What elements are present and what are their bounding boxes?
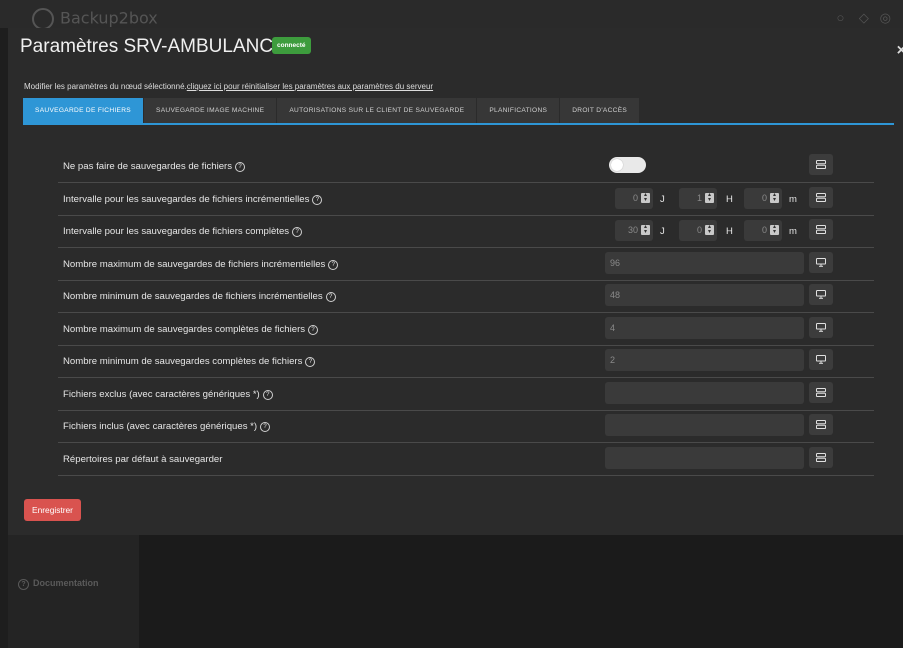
server-icon[interactable] — [809, 446, 833, 468]
full-minutes-stepper[interactable]: 0 ▴ ▾ — [744, 220, 782, 241]
setting-label: Nombre minimum de sauvegardes de fichier… — [63, 291, 336, 302]
setting-label: Nombre minimum de sauvegardes complètes … — [63, 356, 316, 367]
min-incr-input[interactable]: 48 — [605, 284, 804, 306]
stepper-arrows-icon[interactable]: ▴ ▾ — [641, 224, 650, 235]
setting-label: Nombre maximum de sauvegardes de fichier… — [63, 259, 339, 270]
min-full-input[interactable]: 2 — [605, 349, 804, 371]
app-main — [139, 535, 903, 648]
help-icon[interactable]: ? — [262, 389, 273, 400]
tab-access-rights[interactable]: DROIT D'ACCÈS — [560, 98, 641, 123]
tab-client-permissions[interactable]: AUTORISATIONS SUR LE CLIENT DE SAUVEGARD… — [277, 98, 478, 123]
toggle-knob — [611, 159, 623, 171]
topbar-icons: ○ ◇ ◎ — [837, 10, 892, 26]
server-icon[interactable] — [809, 219, 833, 240]
incr-minutes-stepper[interactable]: 0 ▴ ▾ — [744, 187, 782, 209]
server-icon[interactable] — [809, 381, 833, 403]
setting-label: Nombre maximum de sauvegardes complètes … — [63, 324, 319, 335]
setting-row-incr-interval: Intervalle pour les sauvegardes de fichi… — [58, 185, 874, 216]
question-icon: ? — [18, 579, 29, 590]
documentation-label: Documentation — [33, 578, 99, 588]
monitor-icon[interactable] — [809, 284, 833, 305]
tab-image-backup[interactable]: SAUVEGARDE IMAGE MACHINE — [144, 98, 278, 123]
tab-file-backup[interactable]: SAUVEGARDE DE FICHIERS — [23, 98, 144, 123]
max-incr-input[interactable]: 96 — [605, 251, 804, 274]
inbox-icon[interactable]: ◇ — [859, 10, 869, 25]
setting-label: Intervalle pour les sauvegardes de fichi… — [63, 194, 323, 205]
help-icon[interactable]: ? — [312, 194, 323, 205]
incr-hours-stepper[interactable]: 1 ▴ ▾ — [679, 187, 717, 209]
server-icon[interactable] — [809, 186, 833, 208]
server-icon[interactable] — [809, 414, 833, 435]
default-dirs-input[interactable] — [605, 446, 804, 469]
unit-minutes: m — [789, 226, 797, 237]
monitor-icon[interactable] — [809, 349, 833, 370]
unit-minutes: m — [789, 193, 797, 205]
setting-row-min-incr: Nombre minimum de sauvegardes de fichier… — [58, 282, 874, 313]
setting-row-max-full: Nombre maximum de sauvegardes complètes … — [58, 315, 874, 346]
setting-row-full-interval: Intervalle pour les sauvegardes de fichi… — [58, 217, 874, 248]
unit-hours: H — [726, 193, 733, 205]
help-icon[interactable]: ? — [308, 324, 319, 335]
stepper-arrows-icon[interactable]: ▴ ▾ — [705, 192, 714, 203]
settings-list: Ne pas faire de sauvegardes de fichiers?… — [58, 152, 874, 477]
excluded-files-input[interactable] — [605, 381, 804, 404]
tab-bar: SAUVEGARDE DE FICHIERS SAUVEGARDE IMAGE … — [23, 98, 894, 125]
setting-row-excluded: Fichiers exclus (avec caractères génériq… — [58, 380, 874, 411]
help-icon[interactable]: ? — [292, 227, 303, 237]
hint-prefix: Modifier les paramètres du nœud sélectio… — [24, 82, 187, 91]
unit-days: J — [660, 226, 665, 237]
help-icon[interactable]: ? — [235, 162, 246, 172]
setting-row-default-dirs: Répertoires par défaut à sauvegarder — [58, 445, 874, 476]
included-files-input[interactable] — [605, 414, 804, 436]
monitor-icon[interactable] — [809, 316, 833, 338]
modal-title: Paramètres SRV-AMBULANCE — [20, 36, 286, 57]
hint-text: Modifier les paramètres du nœud sélectio… — [24, 82, 433, 91]
max-full-input[interactable]: 4 — [605, 316, 804, 339]
setting-row-included: Fichiers inclus (avec caractères génériq… — [58, 412, 874, 443]
help-icon[interactable]: ? — [260, 422, 271, 432]
sidebar-item-documentation[interactable]: ? Documentation — [18, 578, 99, 590]
status-badge: connecté — [272, 37, 311, 54]
close-button[interactable]: × — [897, 42, 903, 60]
full-hours-stepper[interactable]: 0 ▴ ▾ — [679, 220, 717, 241]
no-file-backups-toggle[interactable] — [609, 157, 646, 173]
app-sidebar — [8, 535, 139, 648]
app-logo: Backup2box — [32, 8, 158, 30]
bell-icon[interactable]: ○ — [837, 10, 845, 25]
stepper-arrows-icon[interactable]: ▴ ▾ — [705, 224, 714, 235]
full-days-stepper[interactable]: 30 ▴ ▾ — [615, 220, 653, 241]
app-name: Backup2box — [60, 8, 158, 28]
unit-hours: H — [726, 226, 733, 237]
stepper-arrows-icon[interactable]: ▴ ▾ — [641, 192, 650, 203]
setting-row-no-file-backups: Ne pas faire de sauvegardes de fichiers? — [58, 152, 874, 183]
server-icon[interactable] — [809, 154, 833, 175]
setting-label: Fichiers inclus (avec caractères génériq… — [63, 421, 271, 432]
settings-modal: Paramètres SRV-AMBULANCE connecté × Modi… — [8, 28, 903, 535]
unit-days: J — [660, 193, 665, 205]
help-icon[interactable]: ◎ — [880, 10, 891, 25]
help-icon[interactable]: ? — [305, 357, 316, 367]
stepper-arrows-icon[interactable]: ▴ ▾ — [770, 192, 779, 203]
stepper-arrows-icon[interactable]: ▴ ▾ — [770, 224, 779, 235]
save-button[interactable]: Enregistrer — [24, 499, 81, 521]
setting-label: Ne pas faire de sauvegardes de fichiers? — [63, 161, 246, 172]
reset-to-server-link[interactable]: cliquez ici pour réinitialiser les param… — [187, 82, 433, 91]
help-icon[interactable]: ? — [328, 259, 339, 270]
setting-label: Répertoires par défaut à sauvegarder — [63, 453, 223, 465]
tab-schedules[interactable]: PLANIFICATIONS — [477, 98, 561, 123]
incr-days-stepper[interactable]: 0 ▴ ▾ — [615, 187, 653, 209]
setting-label: Fichiers exclus (avec caractères génériq… — [63, 389, 273, 400]
help-icon[interactable]: ? — [325, 292, 336, 302]
setting-row-max-incr: Nombre maximum de sauvegardes de fichier… — [58, 250, 874, 281]
setting-row-min-full: Nombre minimum de sauvegardes complètes … — [58, 347, 874, 378]
logo-icon — [32, 8, 54, 30]
setting-label: Intervalle pour les sauvegardes de fichi… — [63, 226, 303, 237]
monitor-icon[interactable] — [809, 251, 833, 273]
